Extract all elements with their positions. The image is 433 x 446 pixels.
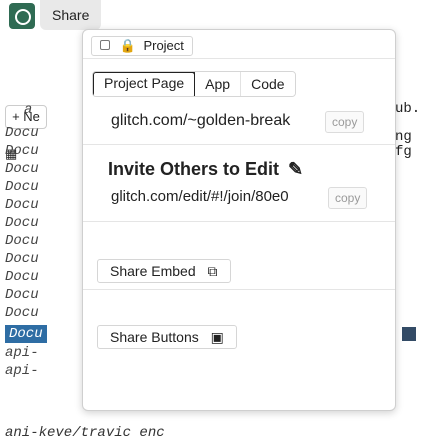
invite-link[interactable]: glitch.com/edit/#!/join/80e0	[111, 188, 289, 205]
share-label: Share	[52, 7, 90, 23]
sidebar-file-3[interactable]: Docu	[5, 160, 39, 178]
sidebar-api-2[interactable]: api-	[5, 362, 39, 380]
share-buttons-button[interactable]: Share Buttons ▣	[97, 325, 237, 349]
divider	[83, 144, 395, 145]
tab-app[interactable]: App	[195, 72, 242, 96]
sidebar-file-selected[interactable]: Docu	[5, 325, 47, 343]
copy-project-link-button[interactable]: copy	[325, 111, 365, 133]
copy-project-link-label: copy	[332, 115, 358, 129]
share-buttons-label: Share Buttons	[110, 329, 199, 345]
invite-title: Invite Others to Edit ✎	[108, 159, 303, 180]
tab-code[interactable]: Code	[241, 72, 295, 96]
divider	[83, 221, 395, 222]
pencil-icon: ✎	[288, 159, 304, 179]
popover-header: 🔒 Project	[83, 30, 395, 59]
project-checkbox-icon	[100, 40, 110, 50]
embed-icon: ⧉	[207, 263, 218, 279]
share-popover: 🔒 Project Project Page App Code glitch.c…	[82, 29, 396, 411]
background-text-3: fg	[395, 144, 412, 160]
sidebar-file-7[interactable]: Docu	[5, 232, 39, 250]
sidebar-file-2[interactable]: Docu	[5, 142, 39, 160]
bottom-strip: ani-keve/travic enc	[0, 420, 433, 446]
sidebar: + Ne ▦ a Docu Docu Docu Docu Docu Docu D…	[0, 42, 80, 446]
sidebar-file-8[interactable]: Docu	[5, 250, 39, 268]
project-dropdown[interactable]: 🔒 Project	[91, 36, 193, 56]
background-text-2: ng	[395, 129, 412, 145]
folder-label: a	[24, 102, 33, 118]
sidebar-file-1[interactable]: Docu	[5, 124, 39, 142]
sidebar-api-1[interactable]: api-	[5, 344, 39, 362]
share-embed-button[interactable]: Share Embed ⧉	[97, 259, 231, 283]
copy-invite-link-label: copy	[335, 191, 361, 205]
tab-code-label: Code	[251, 76, 285, 92]
background-color-swatch	[402, 327, 416, 341]
background-text-1: ub.	[395, 101, 421, 117]
invite-link-text: glitch.com/edit/#!/join/80e0	[111, 188, 289, 205]
tab-project-page-label: Project Page	[104, 75, 185, 91]
sidebar-file-5[interactable]: Docu	[5, 196, 39, 214]
tab-app-label: App	[205, 76, 231, 92]
invite-title-text: Invite Others to Edit	[108, 159, 280, 179]
divider	[83, 289, 395, 290]
project-link-text: glitch.com/~golden-break	[111, 112, 291, 129]
sidebar-file-11[interactable]: Docu	[5, 304, 39, 322]
share-tab[interactable]: Share	[40, 0, 102, 30]
sidebar-file-9[interactable]: Docu	[5, 268, 39, 286]
bottom-strip-text: ani-keve/travic enc	[5, 425, 165, 441]
sidebar-file-6[interactable]: Docu	[5, 214, 39, 232]
project-link[interactable]: glitch.com/~golden-break	[111, 112, 290, 130]
share-target-tabs: Project Page App Code	[92, 71, 296, 97]
app-root: Share + Ne ▦ a Docu Docu Docu Docu Docu …	[0, 0, 433, 446]
sidebar-file-10[interactable]: Docu	[5, 286, 39, 304]
sidebar-file-4[interactable]: Docu	[5, 178, 39, 196]
buttons-icon: ▣	[210, 329, 224, 345]
project-label: Project	[143, 38, 184, 53]
tab-project-page[interactable]: Project Page	[92, 72, 197, 96]
copy-invite-link-button[interactable]: copy	[328, 187, 368, 209]
lock-icon: 🔒	[119, 38, 136, 53]
share-embed-label: Share Embed	[110, 263, 196, 279]
glitch-logo[interactable]	[9, 3, 35, 29]
